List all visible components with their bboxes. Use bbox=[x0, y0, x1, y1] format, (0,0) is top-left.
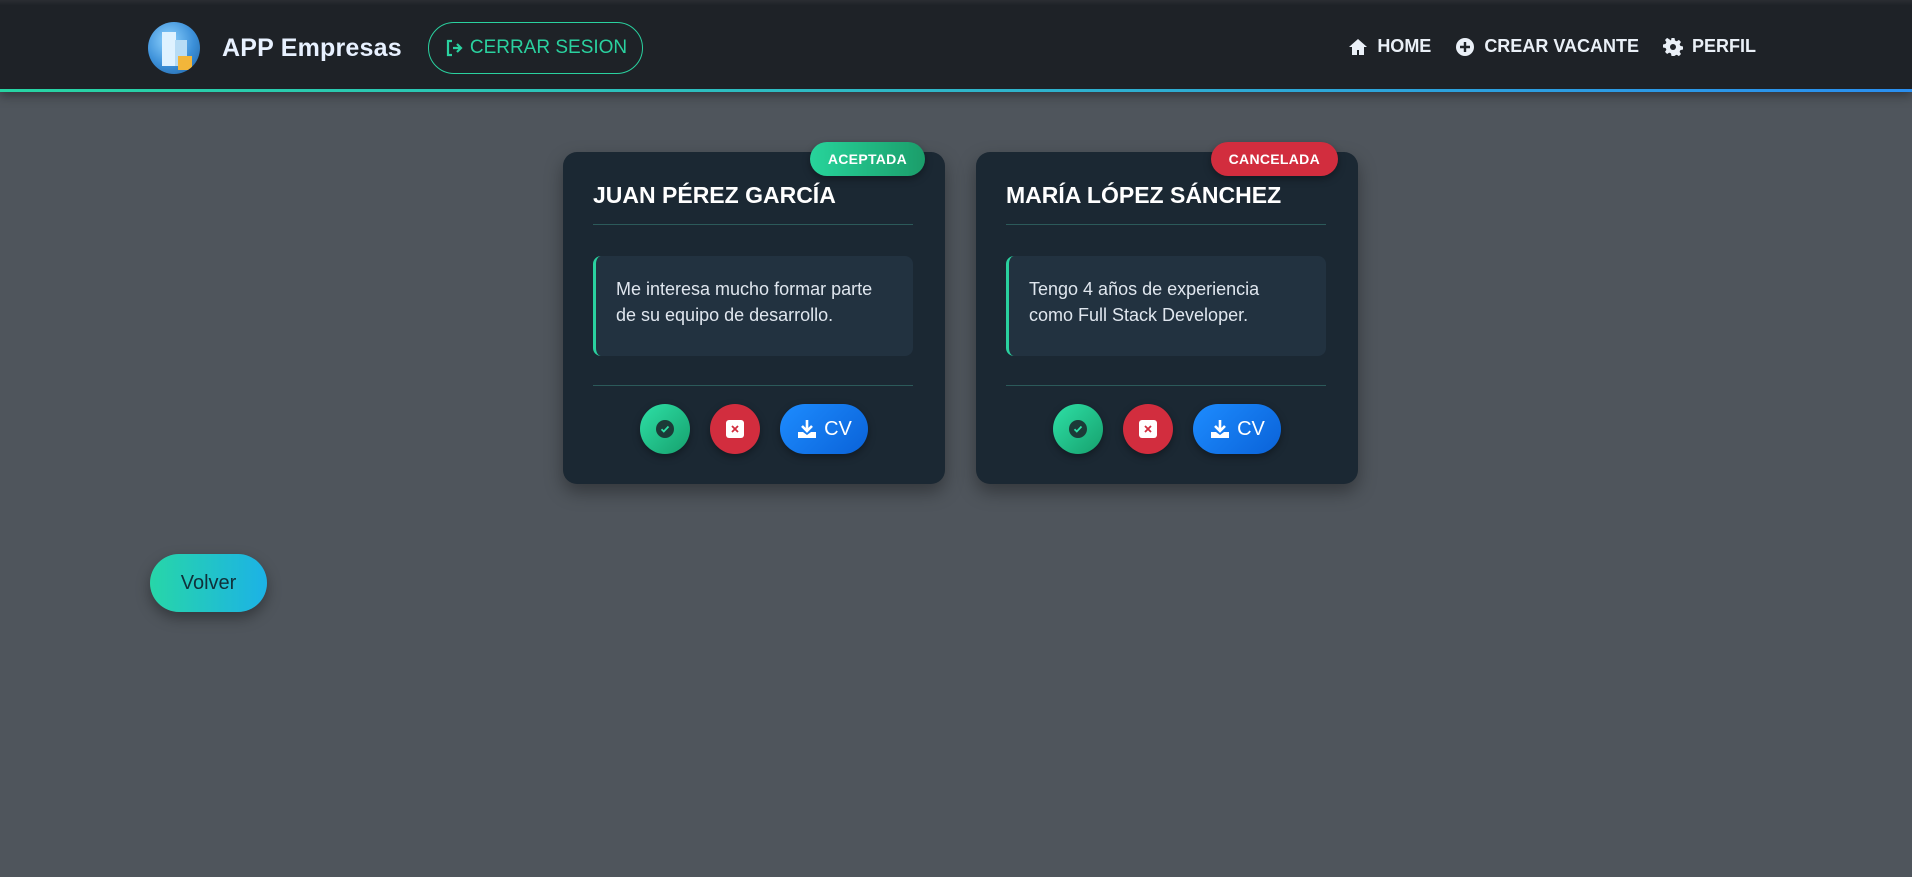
divider bbox=[1006, 224, 1326, 225]
reject-button[interactable] bbox=[710, 404, 760, 454]
application-card: ACEPTADA JUAN PÉREZ GARCÍA Me interesa m… bbox=[563, 142, 945, 484]
cv-label: CV bbox=[824, 417, 852, 440]
gear-icon bbox=[1662, 37, 1683, 56]
applicant-message: Me interesa mucho formar parte de su equ… bbox=[593, 256, 913, 356]
back-button[interactable]: Volver bbox=[150, 554, 267, 612]
nav-links: HOME CREAR VACANTE PERFIL bbox=[1348, 36, 1756, 57]
nav-profile-label: PERFIL bbox=[1691, 36, 1756, 56]
status-badge: ACEPTADA bbox=[809, 142, 925, 176]
download-cv-button[interactable]: CV bbox=[780, 404, 868, 454]
divider bbox=[593, 224, 913, 225]
download-cv-button[interactable]: CV bbox=[1193, 404, 1281, 454]
nav-home-label: HOME bbox=[1377, 36, 1432, 56]
plus-circle-icon bbox=[1456, 37, 1475, 56]
nav-home[interactable]: HOME bbox=[1348, 36, 1431, 57]
reject-button[interactable] bbox=[1123, 404, 1173, 454]
nav-profile[interactable]: PERFIL bbox=[1662, 36, 1756, 57]
close-icon bbox=[726, 420, 744, 438]
status-badge: CANCELADA bbox=[1210, 142, 1338, 176]
cv-label: CV bbox=[1237, 417, 1265, 440]
check-icon bbox=[656, 420, 674, 438]
nav-create-vacancy[interactable]: CREAR VACANTE bbox=[1455, 36, 1639, 57]
check-icon bbox=[1069, 420, 1087, 438]
accept-button[interactable] bbox=[1053, 404, 1103, 454]
applicant-name: MARÍA LÓPEZ SÁNCHEZ bbox=[1006, 182, 1282, 208]
accept-button[interactable] bbox=[640, 404, 690, 454]
close-icon bbox=[1139, 420, 1157, 438]
card-actions: CV bbox=[563, 404, 945, 454]
brand[interactable]: APP Empresas bbox=[148, 22, 402, 74]
divider bbox=[593, 385, 913, 386]
top-navbar: APP Empresas CERRAR SESION HOME CREAR VA… bbox=[0, 0, 1912, 92]
card-actions: CV bbox=[976, 404, 1358, 454]
download-icon bbox=[1211, 420, 1230, 438]
logout-label: CERRAR SESION bbox=[469, 37, 628, 58]
logout-button[interactable]: CERRAR SESION bbox=[428, 22, 643, 74]
divider bbox=[1006, 385, 1326, 386]
home-icon bbox=[1349, 38, 1368, 55]
application-card: CANCELADA MARÍA LÓPEZ SÁNCHEZ Tengo 4 añ… bbox=[976, 142, 1358, 484]
sign-out-icon bbox=[446, 39, 463, 57]
company-logo-icon bbox=[148, 22, 200, 74]
applicant-message: Tengo 4 años de experiencia como Full St… bbox=[1006, 256, 1326, 356]
brand-name: APP Empresas bbox=[222, 33, 402, 62]
nav-create-vacancy-label: CREAR VACANTE bbox=[1484, 36, 1639, 56]
applicant-name: JUAN PÉREZ GARCÍA bbox=[593, 182, 836, 208]
download-icon bbox=[798, 420, 817, 438]
